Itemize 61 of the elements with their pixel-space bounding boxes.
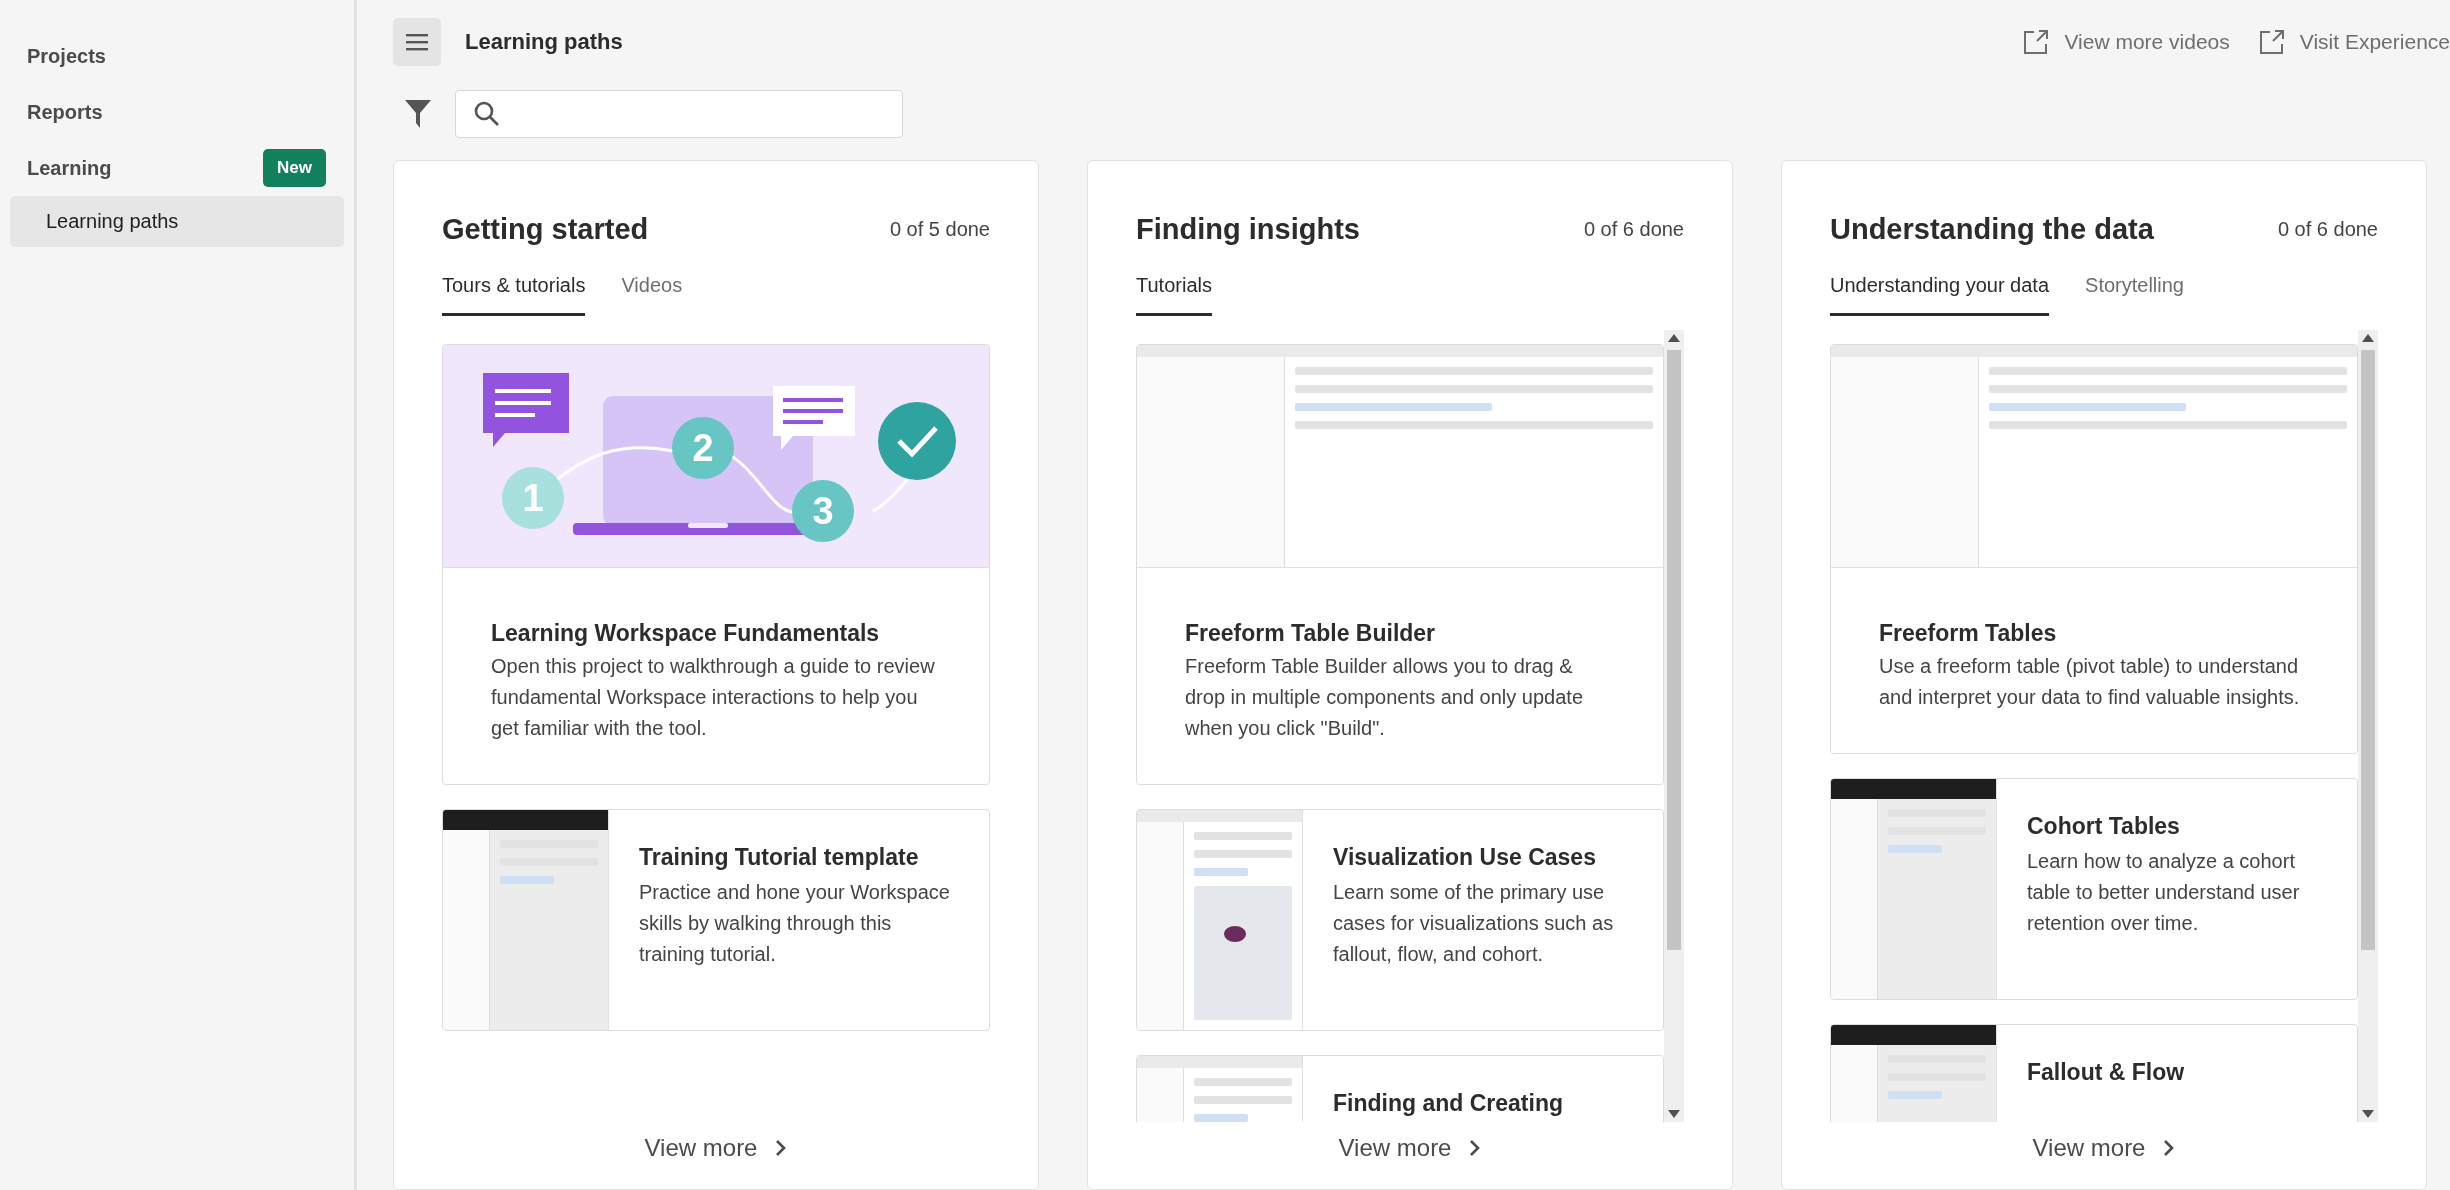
external-link-icon xyxy=(2259,30,2284,54)
tab[interactable]: Tutorials xyxy=(1136,274,1212,316)
scroll-up-icon[interactable] xyxy=(2362,334,2374,342)
scroll-down-icon[interactable] xyxy=(2362,1110,2374,1118)
tutorial-description: Open this project to walkthrough a guide to review fundamental Workspace interactions to help you get familiar with the tool. xyxy=(491,654,936,741)
tutorial-title: Freeform Tables xyxy=(1879,620,2058,647)
tutorial-card[interactable]: Visualization Use Cases Learn some of the primary use cases for visualizations such as fallout, flow, and cohort. xyxy=(1136,809,1664,1031)
sidebar-item[interactable]: Projects xyxy=(27,44,106,68)
view-more-link[interactable]: View more xyxy=(644,1134,788,1162)
tutorial-description: Use a freeform table (pivot table) to understand and interpret your data to find valuable insights. xyxy=(1879,654,2301,710)
chevron-right-icon xyxy=(775,1139,788,1157)
tab[interactable]: Storytelling xyxy=(2085,274,2184,316)
tutorial-description: Learn some of the primary use cases for visualizations such as fallout, flow, and cohort. xyxy=(1333,880,1615,967)
sidebar-item[interactable]: Reports xyxy=(27,100,103,124)
scrollbar[interactable] xyxy=(2358,330,2378,1122)
tab[interactable]: Tours & tutorials xyxy=(442,274,586,316)
external-link[interactable]: View more videos xyxy=(2024,30,2230,54)
tutorial-card[interactable]: Fallout & Flow xyxy=(1830,1024,2358,1122)
tutorial-title: Cohort Tables xyxy=(2027,813,2181,840)
card-title: Finding insights xyxy=(1136,213,1360,246)
tutorial-description: Freeform Table Builder allows you to drag & drop in multiple components and only update when you click "Build". xyxy=(1185,654,1585,741)
search-icon xyxy=(474,101,500,127)
card-title: Understanding the data xyxy=(1830,213,2154,246)
progress-text: 0 of 6 done xyxy=(2277,218,2378,241)
tutorial-title: Visualization Use Cases xyxy=(1333,844,1597,871)
chevron-right-icon xyxy=(1469,1139,1482,1157)
tutorial-card[interactable]: Freeform Table Builder Freeform Table Builder allows you to drag & drop in multiple components and only update when you click "Build". xyxy=(1136,344,1664,785)
progress-text: 0 of 5 done xyxy=(889,218,990,241)
view-more-link[interactable]: View more xyxy=(2032,1134,2176,1162)
tutorial-card[interactable]: Training Tutorial template Practice and hone your Workspace skills by walking through this training tutorial. xyxy=(442,809,990,1031)
tutorial-description: Practice and hone your Workspace skills by walking through this training tutorial. xyxy=(639,880,951,967)
tutorial-title: Fallout & Flow xyxy=(2027,1059,2185,1086)
view-more-link[interactable]: View more xyxy=(1338,1134,1482,1162)
filter-icon[interactable] xyxy=(405,100,431,128)
tutorial-card[interactable]: Finding and Creating xyxy=(1136,1055,1664,1122)
menu-icon xyxy=(406,33,428,51)
tab[interactable]: Understanding your data xyxy=(1830,274,2050,316)
card-title: Getting started xyxy=(442,213,649,246)
external-link[interactable]: Visit Experience xyxy=(2259,30,2450,54)
tutorial-card[interactable]: Cohort Tables Learn how to analyze a cohort table to better understand user retention over time. xyxy=(1830,778,2358,1000)
tutorial-description: Learn how to analyze a cohort table to better understand user retention over time. xyxy=(2027,849,2301,936)
external-link-icon xyxy=(2024,30,2049,54)
progress-text: 0 of 6 done xyxy=(1583,218,1684,241)
tutorial-title: Finding and Creating xyxy=(1333,1090,1563,1117)
chevron-right-icon xyxy=(2163,1139,2176,1157)
tutorial-card[interactable]: Freeform Tables Use a freeform table (pivot table) to understand and interpret your data to find valuable insights. xyxy=(1830,344,2358,754)
tutorial-steps-drawing: 1 2 3 xyxy=(443,345,989,567)
scrollbar[interactable] xyxy=(1664,330,1684,1122)
page-title: Learning paths xyxy=(465,29,623,55)
tutorial-title: Freeform Table Builder xyxy=(1185,620,1437,647)
tutorial-title: Learning Workspace Fundamentals xyxy=(491,620,881,647)
new-badge: New xyxy=(263,149,326,187)
tutorial-title: Training Tutorial template xyxy=(639,844,920,871)
scroll-up-icon[interactable] xyxy=(1668,334,1680,342)
search-field[interactable] xyxy=(455,90,903,138)
scroll-down-icon[interactable] xyxy=(1668,1110,1680,1118)
tutorial-card[interactable]: 1 2 3 Learning Workspace Fundamentals Open this project to walkthrough a guide to review fundamental Workspace interactions to help you get familiar with the tool. xyxy=(442,344,990,785)
sidebar-subitem[interactable]: Learning paths xyxy=(10,196,344,247)
sidebar-item[interactable]: Learning xyxy=(27,156,112,180)
menu-button[interactable] xyxy=(393,18,441,66)
tab[interactable]: Videos xyxy=(621,274,683,316)
